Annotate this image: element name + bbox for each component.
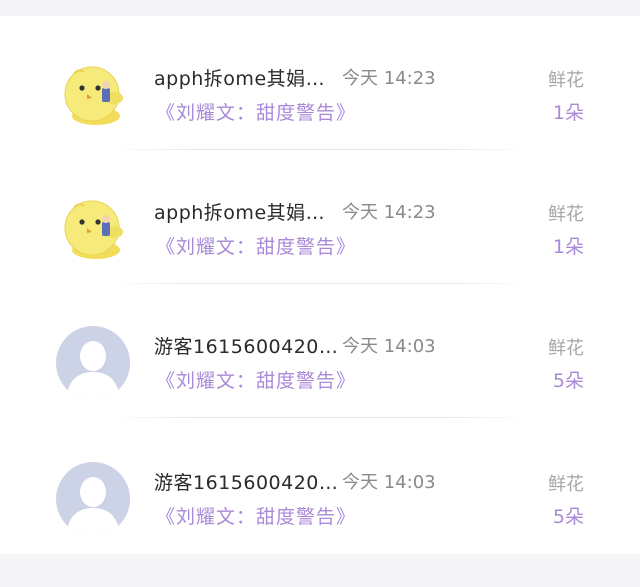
- gift-count: 1朵: [552, 102, 584, 124]
- song-title[interactable]: 《刘耀文：甜度警告》: [156, 232, 356, 259]
- gift-time: 今天 14:03: [342, 472, 436, 493]
- song-title[interactable]: 《刘耀文：甜度警告》: [156, 502, 356, 529]
- list-item[interactable]: apph拆ome其娟… 今天 14:23 《刘耀文：甜度警告》 鲜花 1朵: [0, 16, 640, 150]
- yellow-chick-icon[interactable]: [56, 192, 130, 266]
- gift-time: 今天 14:23: [342, 68, 436, 89]
- gift-time: 今天 14:23: [342, 202, 436, 223]
- gift-type-label: 鲜花: [548, 474, 584, 495]
- sender-name[interactable]: apph拆ome其娟…: [154, 198, 325, 225]
- song-title[interactable]: 《刘耀文：甜度警告》: [156, 366, 356, 393]
- song-title[interactable]: 《刘耀文：甜度警告》: [156, 98, 356, 125]
- gift-time: 今天 14:03: [342, 336, 436, 357]
- gift-type-label: 鲜花: [548, 70, 584, 91]
- yellow-chick-icon[interactable]: [56, 58, 130, 132]
- gift-type-label: 鲜花: [548, 204, 584, 225]
- gift-count: 5朵: [552, 506, 584, 528]
- list-item[interactable]: 游客1615600420… 今天 14:03 《刘耀文：甜度警告》 鲜花 5朵: [0, 420, 640, 554]
- gift-count: 1朵: [552, 236, 584, 258]
- list-item[interactable]: apph拆ome其娟… 今天 14:23 《刘耀文：甜度警告》 鲜花 1朵: [0, 150, 640, 284]
- sender-name[interactable]: apph拆ome其娟…: [154, 64, 325, 91]
- gift-record-list: apph拆ome其娟… 今天 14:23 《刘耀文：甜度警告》 鲜花 1朵 ap…: [0, 16, 640, 554]
- sender-name[interactable]: 游客1615600420…: [154, 332, 338, 359]
- divider: [110, 417, 530, 418]
- gift-count: 5朵: [552, 370, 584, 392]
- gift-type-label: 鲜花: [548, 338, 584, 359]
- sender-name[interactable]: 游客1615600420…: [154, 468, 338, 495]
- default-user-icon[interactable]: [56, 326, 130, 400]
- default-user-icon[interactable]: [56, 462, 130, 536]
- list-item[interactable]: 游客1615600420… 今天 14:03 《刘耀文：甜度警告》 鲜花 5朵: [0, 284, 640, 418]
